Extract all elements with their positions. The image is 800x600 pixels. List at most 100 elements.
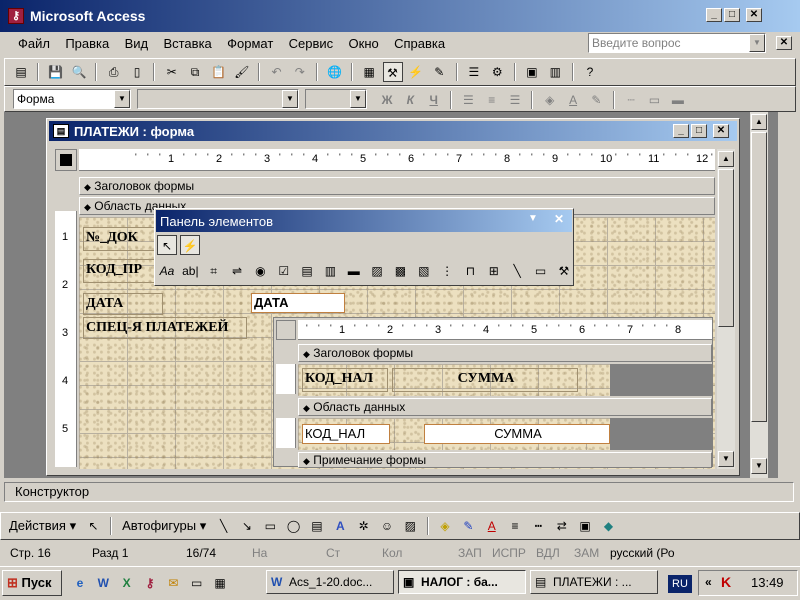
- copy-icon[interactable]: ⧉: [185, 62, 205, 82]
- help-icon[interactable]: ?: [580, 62, 600, 82]
- menu-format[interactable]: Формат: [221, 34, 279, 54]
- menu-window[interactable]: Окно: [343, 34, 385, 54]
- ie-icon[interactable]: e: [70, 573, 90, 593]
- status-trk[interactable]: ИСПР: [492, 542, 526, 564]
- subform-tool-icon[interactable]: ⊞: [484, 261, 504, 281]
- close-button[interactable]: ✕: [746, 8, 762, 22]
- status-rec[interactable]: ЗАП: [458, 542, 482, 564]
- clipart-icon[interactable]: ☺: [377, 516, 397, 536]
- diagram-icon[interactable]: ✲: [354, 516, 374, 536]
- subform-footer-section-bar[interactable]: ◆ Примечание формы: [298, 452, 712, 468]
- subform-control[interactable]: ' ' ' 1 ' ' ' 2 ' ' ' 3 ' ' ' 4 ' ' ' 5 ' ' ' 6 ' ' ' 7 ' ' ' 8 ◆ Загол…: [273, 317, 713, 468]
- autoshapes-menu[interactable]: Автофигуры ▾: [118, 518, 210, 534]
- subform-tax-code-field[interactable]: КОД_НАЛ: [302, 424, 390, 444]
- form-vscroll[interactable]: ▲ ▼: [717, 149, 735, 469]
- help-question-input[interactable]: Введите вопрос ▼: [588, 33, 766, 53]
- bound-frame-icon[interactable]: ▧: [414, 261, 434, 281]
- option-button-icon[interactable]: ◉: [250, 261, 270, 281]
- line-icon[interactable]: ╲: [214, 516, 234, 536]
- chevron-down-icon[interactable]: ▼: [528, 213, 538, 224]
- label-tool-icon[interactable]: Aa: [157, 261, 177, 281]
- new-object-icon[interactable]: ▥: [545, 62, 565, 82]
- rectangle-icon[interactable]: ▭: [260, 516, 280, 536]
- line-style-icon[interactable]: ≡: [505, 516, 525, 536]
- italic-button[interactable]: К: [400, 90, 420, 110]
- control-wizards-icon[interactable]: ⚡: [180, 235, 201, 255]
- scroll-up-icon[interactable]: ▲: [718, 151, 734, 167]
- subform-label-tax-code[interactable]: КОД_НАЛ: [302, 368, 388, 392]
- object-combo[interactable]: Форма ▼: [13, 89, 131, 109]
- print-icon[interactable]: ⎙: [104, 62, 124, 82]
- word-icon[interactable]: W: [93, 573, 113, 593]
- line-width-icon[interactable]: ┈: [621, 90, 641, 110]
- hyperlink-icon[interactable]: 🌐: [325, 62, 345, 82]
- date-field[interactable]: ДАТА: [251, 293, 345, 313]
- desktop-icon[interactable]: ▭: [187, 573, 207, 593]
- maximize-button[interactable]: □: [724, 8, 740, 22]
- task-word-doc[interactable]: W Acs_1-20.doc...: [266, 570, 394, 594]
- scroll-up-icon[interactable]: ▲: [751, 114, 767, 130]
- list-box-icon[interactable]: ▥: [320, 261, 340, 281]
- redo-icon[interactable]: ↷: [290, 62, 310, 82]
- menu-tools[interactable]: Сервис: [283, 34, 340, 54]
- page-break-icon[interactable]: ⋮: [437, 261, 457, 281]
- database-window-icon[interactable]: ▣: [522, 62, 542, 82]
- option-group-icon[interactable]: ⌗: [204, 261, 224, 281]
- doc-close-button[interactable]: ✕: [776, 36, 792, 50]
- subform-detail-section-bar[interactable]: ◆ Область данных: [298, 398, 712, 416]
- command-button-icon[interactable]: ▬: [344, 261, 364, 281]
- oval-icon[interactable]: ◯: [284, 516, 304, 536]
- build-icon[interactable]: ⚙: [487, 62, 507, 82]
- image-tool-icon[interactable]: ▨: [367, 261, 387, 281]
- align-right-icon[interactable]: ☰: [505, 90, 525, 110]
- field-list-icon[interactable]: ▦: [359, 62, 379, 82]
- save-icon[interactable]: 💾: [46, 62, 66, 82]
- textbox-icon[interactable]: ▤: [307, 516, 327, 536]
- excel-icon[interactable]: X: [117, 573, 137, 593]
- close-icon[interactable]: ✕: [554, 212, 564, 226]
- task-tax-db[interactable]: ▣ НАЛОГ : ба...: [398, 570, 526, 594]
- checkbox-tool-icon[interactable]: ☑: [274, 261, 294, 281]
- line-tool-icon[interactable]: ╲: [507, 261, 527, 281]
- subform-amount-field[interactable]: СУММА: [424, 424, 610, 444]
- bold-button[interactable]: Ж: [377, 90, 397, 110]
- subform-label-amount[interactable]: СУММА: [392, 368, 578, 392]
- menu-view[interactable]: Вид: [119, 34, 155, 54]
- fill-color-icon[interactable]: ◈: [435, 516, 455, 536]
- autoformat-icon[interactable]: ⚡: [406, 62, 426, 82]
- arrow-style-icon[interactable]: ⇄: [552, 516, 572, 536]
- form-header-section-bar[interactable]: ◆ Заголовок формы: [79, 177, 715, 195]
- minimize-button[interactable]: _: [706, 8, 722, 22]
- 3d-icon[interactable]: ◆: [598, 516, 618, 536]
- line-color-icon[interactable]: ✎: [458, 516, 478, 536]
- menu-edit[interactable]: Правка: [59, 34, 115, 54]
- format-painter-icon[interactable]: 🖌: [232, 62, 252, 82]
- toggle-button-icon[interactable]: ⇌: [227, 261, 247, 281]
- arrow-icon[interactable]: ↘: [237, 516, 257, 536]
- border-style-icon[interactable]: ▭: [644, 90, 664, 110]
- font-color-icon[interactable]: A: [482, 516, 502, 536]
- subform-header-section-bar[interactable]: ◆ Заголовок формы: [298, 344, 712, 362]
- chevron-down-icon[interactable]: ▼: [282, 90, 298, 108]
- shadow-icon[interactable]: ▣: [575, 516, 595, 536]
- explorer-icon[interactable]: ▦: [210, 573, 230, 593]
- code-icon[interactable]: ✎: [429, 62, 449, 82]
- actions-menu[interactable]: Действия ▾: [5, 518, 80, 534]
- more-controls-icon[interactable]: ⚒: [554, 261, 574, 281]
- select-objects-icon[interactable]: ↖: [157, 235, 177, 255]
- label-payer-code[interactable]: КОД_ПР: [83, 259, 163, 283]
- outlook-icon[interactable]: ✉: [163, 573, 183, 593]
- lang-indicator[interactable]: RU: [668, 575, 692, 593]
- align-left-icon[interactable]: ☰: [458, 90, 478, 110]
- toolbox-icon[interactable]: ⚒: [382, 62, 403, 82]
- menu-help[interactable]: Справка: [388, 34, 451, 54]
- form-minimize-button[interactable]: _: [673, 124, 689, 138]
- scroll-thumb[interactable]: [751, 132, 767, 422]
- tray-chevron-icon[interactable]: «: [705, 575, 712, 589]
- tab-control-icon[interactable]: ⊓: [460, 261, 480, 281]
- paste-icon[interactable]: 📋: [208, 62, 228, 82]
- form-scroll-thumb[interactable]: [718, 169, 734, 327]
- scroll-down-icon[interactable]: ▼: [718, 451, 734, 467]
- line-color-icon[interactable]: ✎: [586, 90, 606, 110]
- select-pointer-icon[interactable]: ↖: [83, 516, 103, 536]
